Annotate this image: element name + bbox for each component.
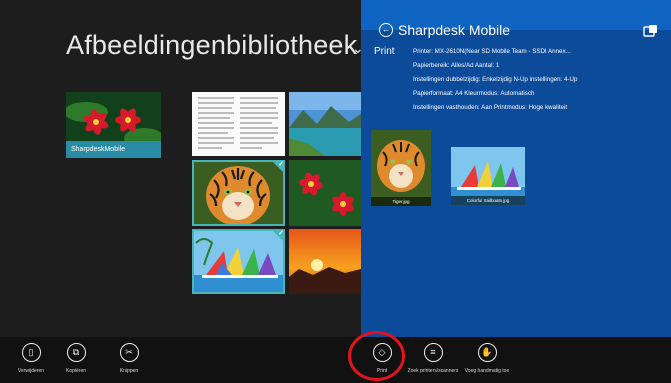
print-settings[interactable]: Printer: MX-2610N(Near SD Mobile Team - … — [413, 48, 663, 118]
photo-library: Afbeeldingenbibliotheek ⌄ SharpdeskMobil… — [0, 0, 361, 337]
document-thumbnail — [192, 92, 285, 156]
print-icon: ◇ — [372, 343, 392, 362]
app-bar: ▯ Verwijderen ⧉ Kopiëren ✂ Knippen ◇ Pri… — [0, 337, 671, 383]
copy-icon: ⧉ — [66, 343, 86, 362]
printer-setting[interactable]: Printer: MX-2610N(Near SD Mobile Team - … — [413, 48, 663, 55]
add-manually-icon: ✋ — [477, 343, 497, 362]
paper-size-setting[interactable]: Papierformaat: A4 Kleurmodus: Automatisc… — [413, 90, 663, 97]
panel-title: Sharpdesk Mobile — [398, 22, 511, 38]
search-printers-label: Zoek printers/scanners — [407, 368, 459, 374]
cut-label: Knippen — [119, 368, 139, 374]
sharpdesk-panel: ← Sharpdesk Mobile Print Printer: MX-261… — [361, 0, 671, 337]
preview-caption: Tiger.jpg — [371, 197, 431, 206]
tiger-preview-image — [371, 130, 431, 206]
duplex-setting[interactable]: Instellingen dubbelzijdig: Enkelzijdig N… — [413, 76, 663, 83]
cut-button[interactable]: ✂ Knippen — [104, 343, 154, 374]
selected-check-icon: ✓ — [271, 229, 285, 243]
delete-button[interactable]: ▯ Verwijderen — [6, 343, 56, 374]
selected-check-icon: ✓ — [271, 160, 285, 174]
image-tile-sailboats[interactable]: ✓ — [192, 229, 285, 294]
copy-button[interactable]: ⧉ Kopiëren — [51, 343, 101, 374]
preview-caption: Colorful Sailboats.jpg — [451, 196, 525, 205]
scissors-icon: ✂ — [119, 343, 139, 362]
image-tile-document[interactable] — [192, 92, 285, 156]
add-manually-button[interactable]: ✋ Voeg handmatig toe — [460, 343, 514, 375]
retention-setting[interactable]: Instellingen vasthouden: Aan Printmodus:… — [413, 104, 663, 111]
print-label: Print — [374, 46, 395, 57]
add-manually-label: Voeg handmatig toe — [464, 368, 510, 374]
folder-tile-sharpdeskmobile[interactable]: SharpdeskMobile — [66, 92, 161, 158]
delete-label: Verwijderen — [17, 368, 45, 374]
chevron-down-icon[interactable]: ⌄ — [352, 40, 361, 57]
image-tile-flowers[interactable] — [289, 160, 361, 226]
folder-label: SharpdeskMobile — [66, 141, 161, 158]
sunset-thumbnail — [289, 229, 361, 294]
image-tile-lake[interactable] — [289, 92, 361, 156]
flowers-thumbnail — [289, 160, 361, 226]
sharpdesk-logo-icon — [643, 24, 659, 41]
preview-tiger[interactable]: Tiger.jpg — [371, 130, 431, 206]
search-printers-icon: ≡ — [423, 343, 443, 362]
screen: Afbeeldingenbibliotheek ⌄ SharpdeskMobil… — [0, 0, 671, 383]
trash-icon: ▯ — [21, 343, 41, 362]
copy-label: Kopiëren — [65, 368, 86, 374]
lake-thumbnail — [289, 92, 361, 156]
paper-range-setting[interactable]: Papierbereik: Alles/Ad Aantal: 1 — [413, 62, 663, 69]
back-arrow-icon[interactable]: ← — [379, 23, 393, 37]
print-button-label: Print — [376, 368, 388, 374]
image-tile-tiger[interactable]: ✓ — [192, 160, 285, 226]
preview-sailboats[interactable]: Colorful Sailboats.jpg — [451, 147, 525, 205]
image-tile-sunset[interactable] — [289, 229, 361, 294]
search-printers-button[interactable]: ≡ Zoek printers/scanners — [406, 343, 460, 374]
library-title[interactable]: Afbeeldingenbibliotheek — [66, 30, 357, 61]
print-button[interactable]: ◇ Print — [357, 343, 407, 374]
